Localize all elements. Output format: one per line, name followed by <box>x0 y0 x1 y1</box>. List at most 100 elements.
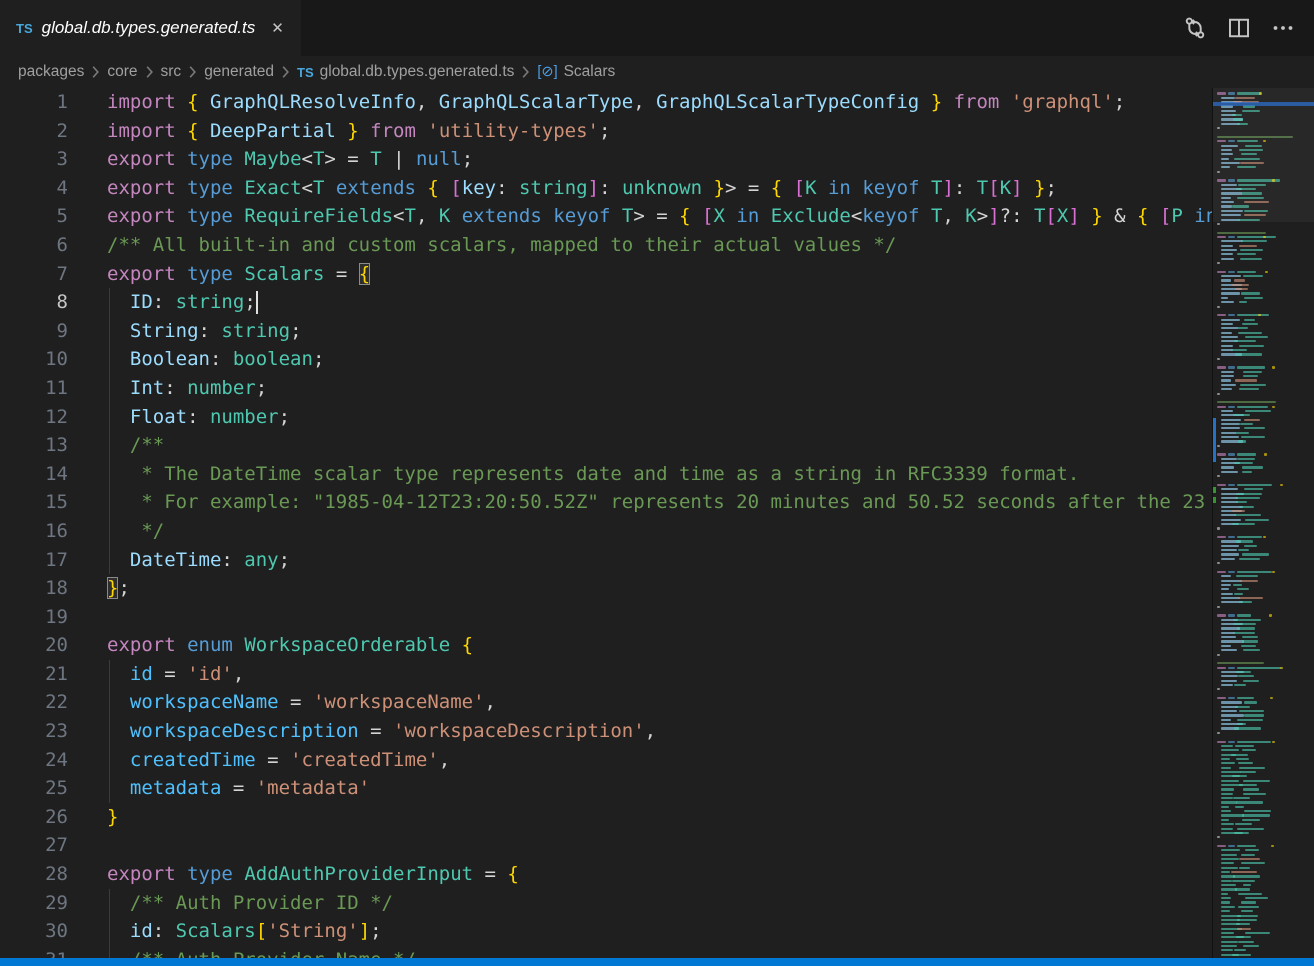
code-line[interactable]: export type RequireFields<T, K extends k… <box>107 202 1212 231</box>
line-number[interactable]: 3 <box>0 145 68 174</box>
code-line[interactable]: workspaceDescription = 'workspaceDescrip… <box>107 717 1212 746</box>
line-number[interactable]: 2 <box>0 117 68 146</box>
line-number[interactable]: 9 <box>0 317 68 346</box>
line-number[interactable]: 8 <box>0 288 68 317</box>
open-changes-icon[interactable] <box>1180 13 1210 43</box>
code-line[interactable]: /** Auth Provider Name */ <box>107 946 1212 958</box>
line-number[interactable]: 27 <box>0 831 68 860</box>
line-number[interactable]: 11 <box>0 374 68 403</box>
chevron-right-icon <box>281 65 290 79</box>
code-line[interactable]: }; <box>107 574 1212 603</box>
line-number[interactable]: 17 <box>0 546 68 575</box>
code-line[interactable]: DateTime: any; <box>107 546 1212 575</box>
line-number[interactable]: 19 <box>0 603 68 632</box>
line-number[interactable]: 21 <box>0 660 68 689</box>
code-editor[interactable]: 1234567891011121314151617181920212223242… <box>0 88 1212 958</box>
status-bar <box>0 958 1314 966</box>
minimap-change-decoration <box>1213 487 1216 493</box>
line-number[interactable]: 1 <box>0 88 68 117</box>
editor-actions <box>1180 0 1314 56</box>
text-cursor <box>256 291 258 314</box>
line-number[interactable]: 20 <box>0 631 68 660</box>
chevron-right-icon <box>521 65 530 79</box>
line-number[interactable]: 15 <box>0 488 68 517</box>
symbol-type-icon: [⊘] <box>537 64 557 80</box>
code-line[interactable] <box>107 603 1212 632</box>
code-line[interactable]: export type Scalars = { <box>107 260 1212 289</box>
line-number[interactable]: 25 <box>0 774 68 803</box>
code-line[interactable]: * For example: "1985-04-12T23:20:50.52Z"… <box>107 488 1212 517</box>
code-line[interactable]: import { GraphQLResolveInfo, GraphQLScal… <box>107 88 1212 117</box>
line-number[interactable]: 31 <box>0 946 68 958</box>
minimap-change-decoration <box>1213 418 1216 462</box>
code-line[interactable]: /** All built-in and custom scalars, map… <box>107 231 1212 260</box>
typescript-file-icon: TS <box>16 21 33 36</box>
line-number[interactable]: 26 <box>0 803 68 832</box>
more-actions-icon[interactable] <box>1268 13 1298 43</box>
line-number[interactable]: 28 <box>0 860 68 889</box>
line-number[interactable]: 18 <box>0 574 68 603</box>
line-number[interactable]: 16 <box>0 517 68 546</box>
code-line[interactable]: * The DateTime scalar type represents da… <box>107 460 1212 489</box>
code-line[interactable]: id: Scalars['String']; <box>107 917 1212 946</box>
line-number[interactable]: 22 <box>0 688 68 717</box>
indent-guide <box>109 660 110 803</box>
chevron-right-icon <box>91 65 100 79</box>
line-number[interactable]: 23 <box>0 717 68 746</box>
code-line[interactable]: export enum WorkspaceOrderable { <box>107 631 1212 660</box>
code-line[interactable]: Int: number; <box>107 374 1212 403</box>
line-number[interactable]: 5 <box>0 202 68 231</box>
line-number[interactable]: 7 <box>0 260 68 289</box>
line-number[interactable]: 13 <box>0 431 68 460</box>
code-line[interactable]: /** Auth Provider ID */ <box>107 889 1212 918</box>
typescript-file-icon: TS <box>297 65 314 80</box>
indent-guide <box>109 889 110 958</box>
code-line[interactable]: export type Exact<T extends { [key: stri… <box>107 174 1212 203</box>
code-line[interactable]: Boolean: boolean; <box>107 345 1212 374</box>
line-number[interactable]: 30 <box>0 917 68 946</box>
breadcrumb: packages core src generated TS global.db… <box>0 56 1314 88</box>
indent-guide <box>109 288 110 574</box>
line-number[interactable]: 14 <box>0 460 68 489</box>
code-line[interactable]: export type AddAuthProviderInput = { <box>107 860 1212 889</box>
code-line[interactable]: } <box>107 803 1212 832</box>
line-number[interactable]: 24 <box>0 746 68 775</box>
code-line[interactable]: Float: number; <box>107 403 1212 432</box>
breadcrumb-symbol-label: Scalars <box>564 63 616 81</box>
editor-tab-bar: TS global.db.types.generated.ts ✕ <box>0 0 1314 56</box>
code-line[interactable]: import { DeepPartial } from 'utility-typ… <box>107 117 1212 146</box>
breadcrumb-item-core[interactable]: core <box>107 63 137 81</box>
code-line[interactable]: id = 'id', <box>107 660 1212 689</box>
breadcrumb-item-packages[interactable]: packages <box>18 63 84 81</box>
tab-global-db-types[interactable]: TS global.db.types.generated.ts ✕ <box>0 0 301 56</box>
code-line[interactable]: String: string; <box>107 317 1212 346</box>
minimap-slider[interactable] <box>1213 88 1314 222</box>
breadcrumb-file-label: global.db.types.generated.ts <box>320 63 515 81</box>
breadcrumb-item-symbol-scalars[interactable]: [⊘] Scalars <box>537 63 615 81</box>
tab-label: global.db.types.generated.ts <box>42 18 256 38</box>
code-line[interactable] <box>107 831 1212 860</box>
line-number[interactable]: 29 <box>0 889 68 918</box>
line-number[interactable]: 12 <box>0 403 68 432</box>
vscode-window: TS global.db.types.generated.ts ✕ <box>0 0 1314 966</box>
line-number[interactable]: 6 <box>0 231 68 260</box>
minimap-cursor-line <box>1213 102 1314 106</box>
breadcrumb-item-src[interactable]: src <box>161 63 182 81</box>
minimap[interactable] <box>1212 88 1314 958</box>
line-number[interactable]: 10 <box>0 345 68 374</box>
code-line[interactable]: */ <box>107 517 1212 546</box>
code-line[interactable]: metadata = 'metadata' <box>107 774 1212 803</box>
code-line[interactable]: ID: string; <box>107 288 1212 317</box>
split-editor-icon[interactable] <box>1224 13 1254 43</box>
code-line[interactable]: createdTime = 'createdTime', <box>107 746 1212 775</box>
code-line[interactable]: workspaceName = 'workspaceName', <box>107 688 1212 717</box>
code-lines[interactable]: import { GraphQLResolveInfo, GraphQLScal… <box>68 88 1212 958</box>
tab-close-icon[interactable]: ✕ <box>268 17 287 39</box>
line-number-gutter: 1234567891011121314151617181920212223242… <box>0 88 68 958</box>
minimap-change-decoration <box>1213 497 1216 503</box>
breadcrumb-item-file[interactable]: TS global.db.types.generated.ts <box>297 63 514 81</box>
breadcrumb-item-generated[interactable]: generated <box>204 63 274 81</box>
code-line[interactable]: export type Maybe<T> = T | null; <box>107 145 1212 174</box>
line-number[interactable]: 4 <box>0 174 68 203</box>
code-line[interactable]: /** <box>107 431 1212 460</box>
